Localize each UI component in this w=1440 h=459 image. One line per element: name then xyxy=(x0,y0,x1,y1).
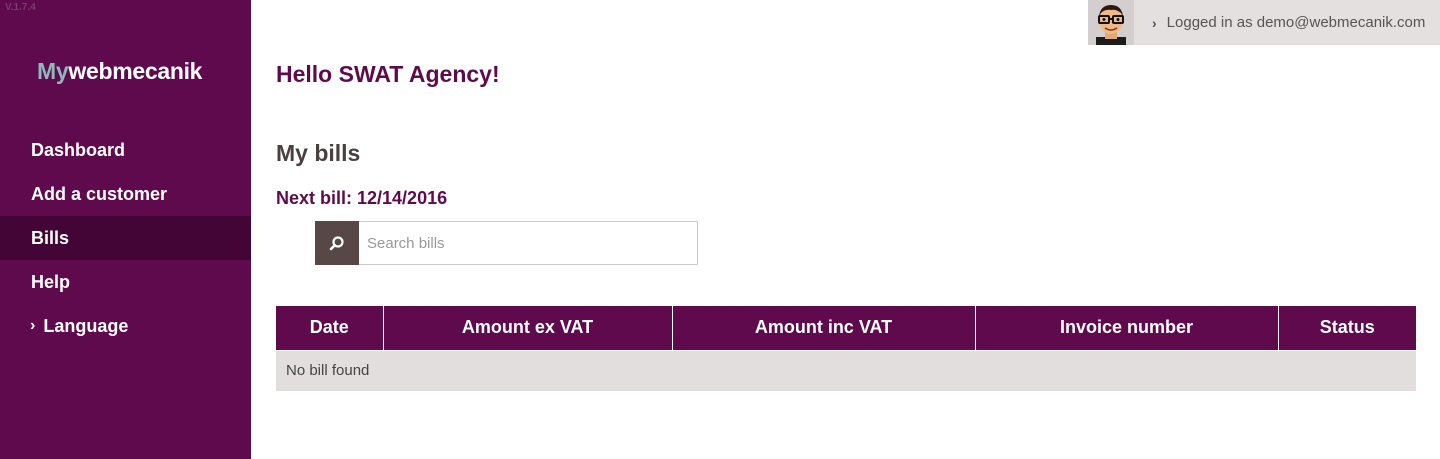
sidebar-item-label: Language xyxy=(43,315,129,336)
column-header-status[interactable]: Status xyxy=(1278,306,1416,350)
column-header-amount-inc-vat[interactable]: Amount inc VAT xyxy=(672,306,976,350)
logo-brand: webmecanik xyxy=(68,58,203,84)
page-title: My bills xyxy=(276,140,361,166)
sidebar-item-add-customer[interactable]: Add a customer xyxy=(0,172,251,216)
sidebar: V.1.7.4 Mywebmecanik Dashboard Add a cus… xyxy=(0,0,251,459)
page-greeting: Hello SWAT Agency! xyxy=(276,61,500,87)
sidebar-item-language[interactable]: › Language xyxy=(0,304,251,348)
logo[interactable]: Mywebmecanik xyxy=(37,58,202,85)
user-menu[interactable]: › Logged in as demo@webmecanik.com xyxy=(1088,0,1440,45)
search-icon xyxy=(329,236,344,251)
sidebar-item-help[interactable]: Help xyxy=(0,260,251,304)
table-header-row: Date Amount ex VAT Amount inc VAT Invoic… xyxy=(276,306,1416,350)
sidebar-item-label: Dashboard xyxy=(31,139,126,160)
sidebar-item-label: Help xyxy=(31,271,71,292)
version-label: V.1.7.4 xyxy=(5,2,36,13)
logged-in-text: Logged in as demo@webmecanik.com xyxy=(1166,14,1426,31)
sidebar-nav: Dashboard Add a customer Bills Help › La… xyxy=(0,128,251,348)
search-box xyxy=(315,221,698,265)
avatar xyxy=(1088,0,1134,45)
sidebar-item-bills[interactable]: Bills xyxy=(0,216,251,260)
avatar-icon xyxy=(1096,5,1126,45)
search-input[interactable] xyxy=(359,222,697,264)
column-header-invoice-number[interactable]: Invoice number xyxy=(975,306,1279,350)
next-bill-date: Next bill: 12/14/2016 xyxy=(276,188,448,208)
empty-table-message: No bill found xyxy=(276,349,1416,391)
column-header-date[interactable]: Date xyxy=(276,306,384,350)
sidebar-item-label: Add a customer xyxy=(31,183,168,204)
column-header-amount-ex-vat[interactable]: Amount ex VAT xyxy=(383,306,673,350)
sidebar-item-label: Bills xyxy=(31,227,70,248)
bills-table: Date Amount ex VAT Amount inc VAT Invoic… xyxy=(276,306,1416,391)
search-button[interactable] xyxy=(315,221,359,265)
chevron-right-icon: › xyxy=(30,317,36,334)
chevron-right-icon: › xyxy=(1152,14,1157,31)
table-row: No bill found xyxy=(276,349,1416,391)
logo-my: My xyxy=(37,58,69,84)
sidebar-item-dashboard[interactable]: Dashboard xyxy=(0,128,251,172)
